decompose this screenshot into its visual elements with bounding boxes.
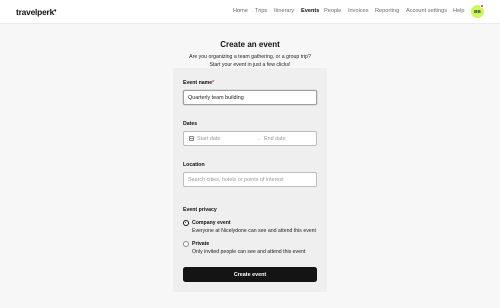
event-name-label: Event name* — [183, 80, 215, 86]
nav-events[interactable]: Events — [301, 8, 319, 14]
company-event-option-title[interactable]: Company event — [192, 220, 231, 226]
travelperk-logo[interactable]: travelperk• — [16, 7, 57, 17]
arrow-right-icon: → — [256, 135, 261, 142]
page-title: Create an event — [220, 40, 280, 49]
end-date-input[interactable]: End date — [264, 136, 286, 142]
location-search-input[interactable]: Search cities, hotels or points of inter… — [183, 172, 317, 187]
nav-home[interactable]: Home — [233, 8, 248, 14]
page-subtitle-secondary: Start your event in just a few clicks! — [209, 62, 291, 68]
nav-help[interactable]: Help — [453, 8, 465, 14]
private-event-radio[interactable] — [183, 241, 189, 247]
create-event-button[interactable]: Create event — [183, 267, 317, 282]
location-label: Location — [183, 162, 205, 168]
date-range-picker[interactable]: Start date → End date — [183, 131, 317, 146]
company-event-radio[interactable] — [183, 220, 189, 226]
page-subtitle: Are you organizing a team gathering, or … — [189, 54, 311, 60]
nav-reporting[interactable]: Reporting — [375, 8, 399, 14]
nav-invoices[interactable]: Invoices — [348, 8, 369, 14]
calendar-icon — [189, 136, 194, 141]
event-name-value: Quarterly team building — [188, 94, 244, 101]
notification-badge-icon — [480, 4, 484, 8]
nav-people[interactable]: People — [324, 8, 341, 14]
company-event-option-description: Everyone at Nicelydone can see and atten… — [192, 228, 317, 234]
location-placeholder: Search cities, hotels or points of inter… — [188, 176, 284, 183]
start-date-input[interactable]: Start date — [197, 136, 220, 142]
private-event-option-description: Only invited people can see and attend t… — [192, 249, 306, 255]
dates-label: Dates — [183, 121, 198, 127]
top-navigation-bar: travelperk• Home Trips Itinerary Events … — [0, 0, 500, 24]
event-name-input[interactable]: Quarterly team building — [183, 90, 317, 105]
private-event-option-title[interactable]: Private — [192, 241, 209, 247]
nav-itinerary[interactable]: Itinerary — [274, 8, 294, 14]
nav-account-settings[interactable]: Account settings — [406, 8, 447, 14]
nav-trips[interactable]: Trips — [255, 8, 267, 14]
event-privacy-label: Event privacy — [183, 207, 217, 213]
